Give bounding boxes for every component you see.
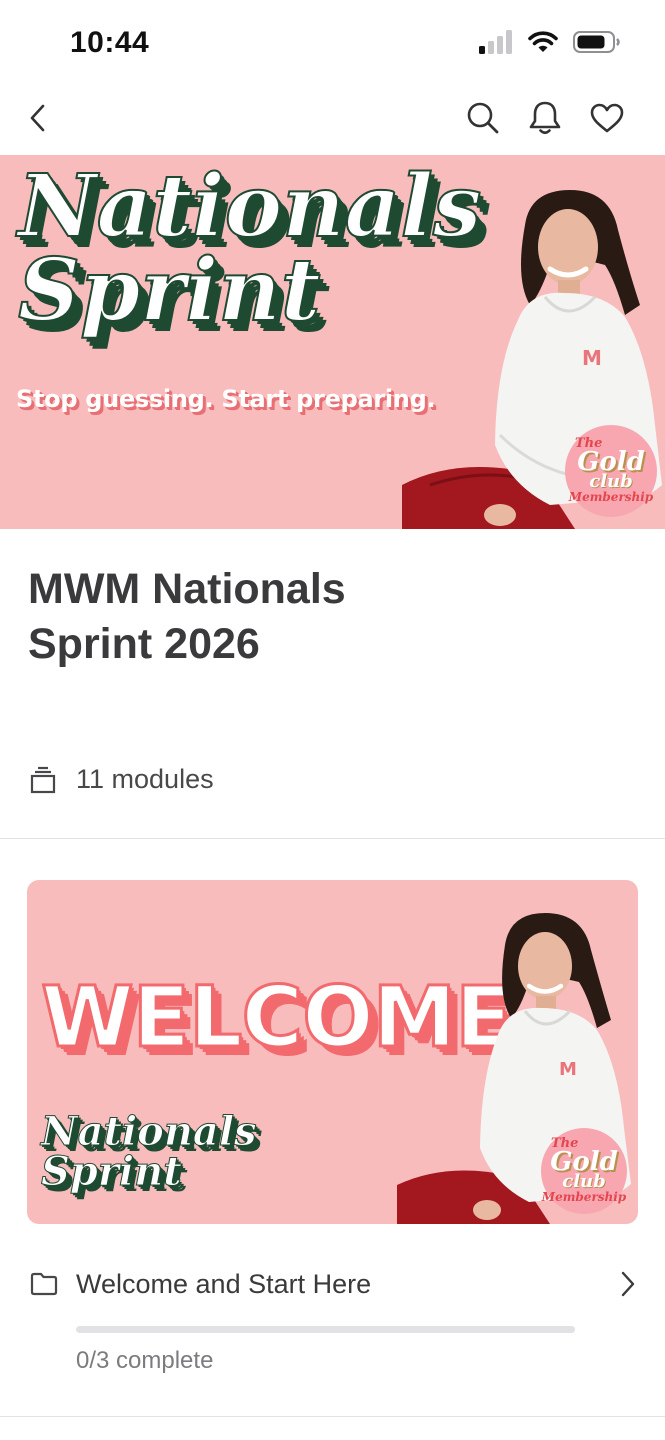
svg-text:M: M	[582, 346, 602, 370]
thumbnail-subtitle: Nationals Sprint	[41, 1108, 258, 1195]
module-progress-text: 0/3 complete	[76, 1347, 214, 1374]
module-progress-bar	[76, 1326, 575, 1333]
gold-club-badge: The Gold club Membership	[565, 425, 657, 517]
status-bar: 10:44	[0, 0, 665, 82]
wifi-icon	[527, 30, 559, 59]
section-divider	[0, 1416, 665, 1417]
svg-text:M: M	[559, 1059, 577, 1080]
gold-club-badge: The Gold club Membership	[541, 1128, 627, 1214]
folder-icon	[30, 1272, 58, 1296]
status-icons	[479, 29, 621, 59]
notifications-button[interactable]	[527, 98, 563, 138]
course-title: MWM Nationals Sprint 2026	[28, 565, 346, 668]
battery-icon	[573, 30, 621, 59]
nav-actions	[465, 98, 625, 138]
nav-bar	[0, 82, 665, 154]
section-divider	[0, 838, 665, 839]
module-name: Welcome and Start Here	[76, 1268, 372, 1299]
back-button[interactable]	[20, 98, 56, 138]
modules-count: 11 modules	[76, 764, 214, 794]
course-hero-banner: Nationals Sprint Stop guessing. Start pr…	[0, 155, 665, 529]
module-open-button[interactable]	[616, 1264, 640, 1304]
status-time: 10:44	[70, 26, 150, 59]
module-item[interactable]: Welcome and Start Here	[30, 1262, 640, 1306]
bell-icon	[529, 101, 561, 135]
chevron-left-icon	[30, 104, 45, 132]
cellular-signal-icon	[479, 29, 513, 59]
course-page: 10:44 Nationals Sprint Stop guessing. St…	[0, 0, 665, 1440]
search-button[interactable]	[465, 98, 501, 138]
hero-tagline: Stop guessing. Start preparing.	[16, 385, 436, 413]
favorite-button[interactable]	[589, 98, 625, 138]
heart-icon	[590, 103, 624, 133]
stack-icon	[30, 766, 56, 793]
modules-count-row: 11 modules	[30, 764, 214, 795]
module-thumbnail[interactable]: WELCOME Nationals Sprint M The Gold club…	[27, 880, 638, 1224]
chevron-right-icon	[621, 1271, 635, 1297]
search-icon	[467, 102, 499, 134]
